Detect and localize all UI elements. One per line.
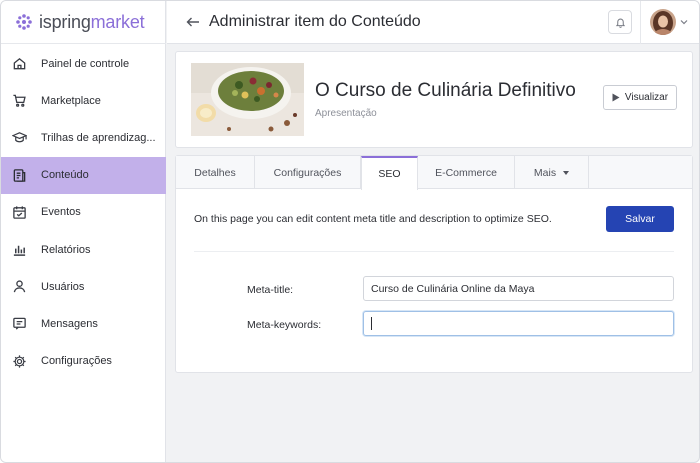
graduation-cap-icon (12, 132, 27, 143)
app-window: ispringmarket Painel de controle Marketp… (0, 0, 700, 463)
document-icon (13, 168, 26, 182)
tab-label: E-Commerce (435, 166, 497, 179)
sidebar-nav: Painel de controle Marketplace Trilhas d… (1, 45, 166, 380)
sidebar-item-trilhas[interactable]: Trilhas de aprendizag... (1, 119, 166, 156)
gear-icon (13, 355, 26, 368)
meta-title-label: Meta-title: (247, 284, 294, 296)
message-icon (13, 318, 26, 330)
chevron-down-icon[interactable] (680, 18, 688, 26)
course-title: O Curso de Culinária Definitivo (315, 80, 576, 101)
sidebar-item-label: Painel de controle (41, 57, 130, 70)
avatar-image (650, 9, 676, 35)
play-icon (612, 93, 620, 102)
tab-configuracoes[interactable]: Configurações (255, 156, 361, 189)
notifications-button[interactable] (608, 10, 632, 34)
sidebar-item-label: Mensagens (41, 317, 98, 330)
ispring-logo-icon (16, 14, 32, 30)
header-separator (640, 1, 641, 44)
sidebar-item-label: Relatórios (41, 243, 91, 256)
calendar-icon (13, 206, 26, 219)
tab-label: SEO (378, 168, 401, 180)
sidebar-item-relatorios[interactable]: Relatórios (1, 231, 166, 268)
logo-text: ispringmarket (39, 11, 145, 33)
preview-button-label: Visualizar (624, 92, 669, 103)
sidebar-item-label: Marketplace (41, 94, 101, 107)
page-title: Administrar item do Conteúdo (209, 13, 421, 30)
caret-down-icon (563, 170, 570, 175)
text-cursor (371, 317, 372, 330)
tab-seo[interactable]: SEO (361, 156, 418, 190)
sidebar-item-label: Conteúdo (41, 169, 89, 182)
logo-text-market: market (90, 11, 145, 32)
sidebar-item-configuracoes[interactable]: Configurações (1, 343, 166, 380)
sidebar: ispringmarket Painel de controle Marketp… (1, 1, 166, 462)
save-button[interactable]: Salvar (606, 206, 674, 232)
avatar[interactable] (650, 9, 676, 35)
course-thumbnail (191, 63, 304, 136)
course-card: O Curso de Culinária Definitivo Apresent… (175, 51, 693, 148)
meta-keywords-input[interactable] (363, 311, 674, 336)
preview-button[interactable]: Visualizar (603, 85, 677, 110)
tab-detalhes[interactable]: Detalhes (176, 156, 255, 189)
sidebar-item-label: Configurações (41, 355, 112, 368)
cart-icon (13, 94, 26, 108)
sidebar-item-label: Trilhas de aprendizag... (41, 131, 156, 144)
sidebar-item-mensagens[interactable]: Mensagens (1, 305, 166, 342)
bell-icon (615, 18, 625, 28)
tab-bar: Detalhes Configurações SEO E-Commerce Ma… (176, 156, 692, 190)
logo[interactable]: ispringmarket (15, 11, 145, 33)
top-header: Administrar item do Conteúdo (167, 1, 699, 44)
content-settings-card: Detalhes Configurações SEO E-Commerce Ma… (175, 155, 693, 373)
sidebar-item-label: Usuários (41, 280, 85, 293)
tab-mais[interactable]: Mais (515, 156, 589, 189)
sidebar-item-marketplace[interactable]: Marketplace (1, 82, 166, 119)
tab-label: Configurações (273, 166, 342, 179)
course-subtitle: Apresentação (315, 108, 377, 119)
tab-label: Detalhes (194, 166, 236, 179)
form-divider (194, 251, 674, 252)
tab-label: Mais (533, 166, 557, 179)
sidebar-divider (1, 43, 166, 44)
tab-e-commerce[interactable]: E-Commerce (418, 156, 515, 189)
home-icon (13, 58, 26, 70)
sidebar-item-eventos[interactable]: Eventos (1, 194, 166, 231)
user-icon (13, 280, 26, 293)
sidebar-item-painel[interactable]: Painel de controle (1, 45, 166, 82)
seo-description: On this page you can edit content meta t… (194, 213, 552, 225)
bar-chart-icon (13, 245, 26, 256)
back-arrow-icon[interactable] (185, 14, 201, 30)
food-image (191, 63, 304, 136)
sidebar-item-label: Eventos (41, 206, 81, 219)
sidebar-item-usuarios[interactable]: Usuários (1, 268, 166, 305)
meta-title-input[interactable]: Curso de Culinária Online da Maya (363, 276, 674, 301)
logo-text-ispring: ispring (39, 11, 91, 32)
sidebar-item-conteudo[interactable]: Conteúdo (1, 156, 166, 194)
meta-keywords-label: Meta-keywords: (247, 319, 322, 331)
